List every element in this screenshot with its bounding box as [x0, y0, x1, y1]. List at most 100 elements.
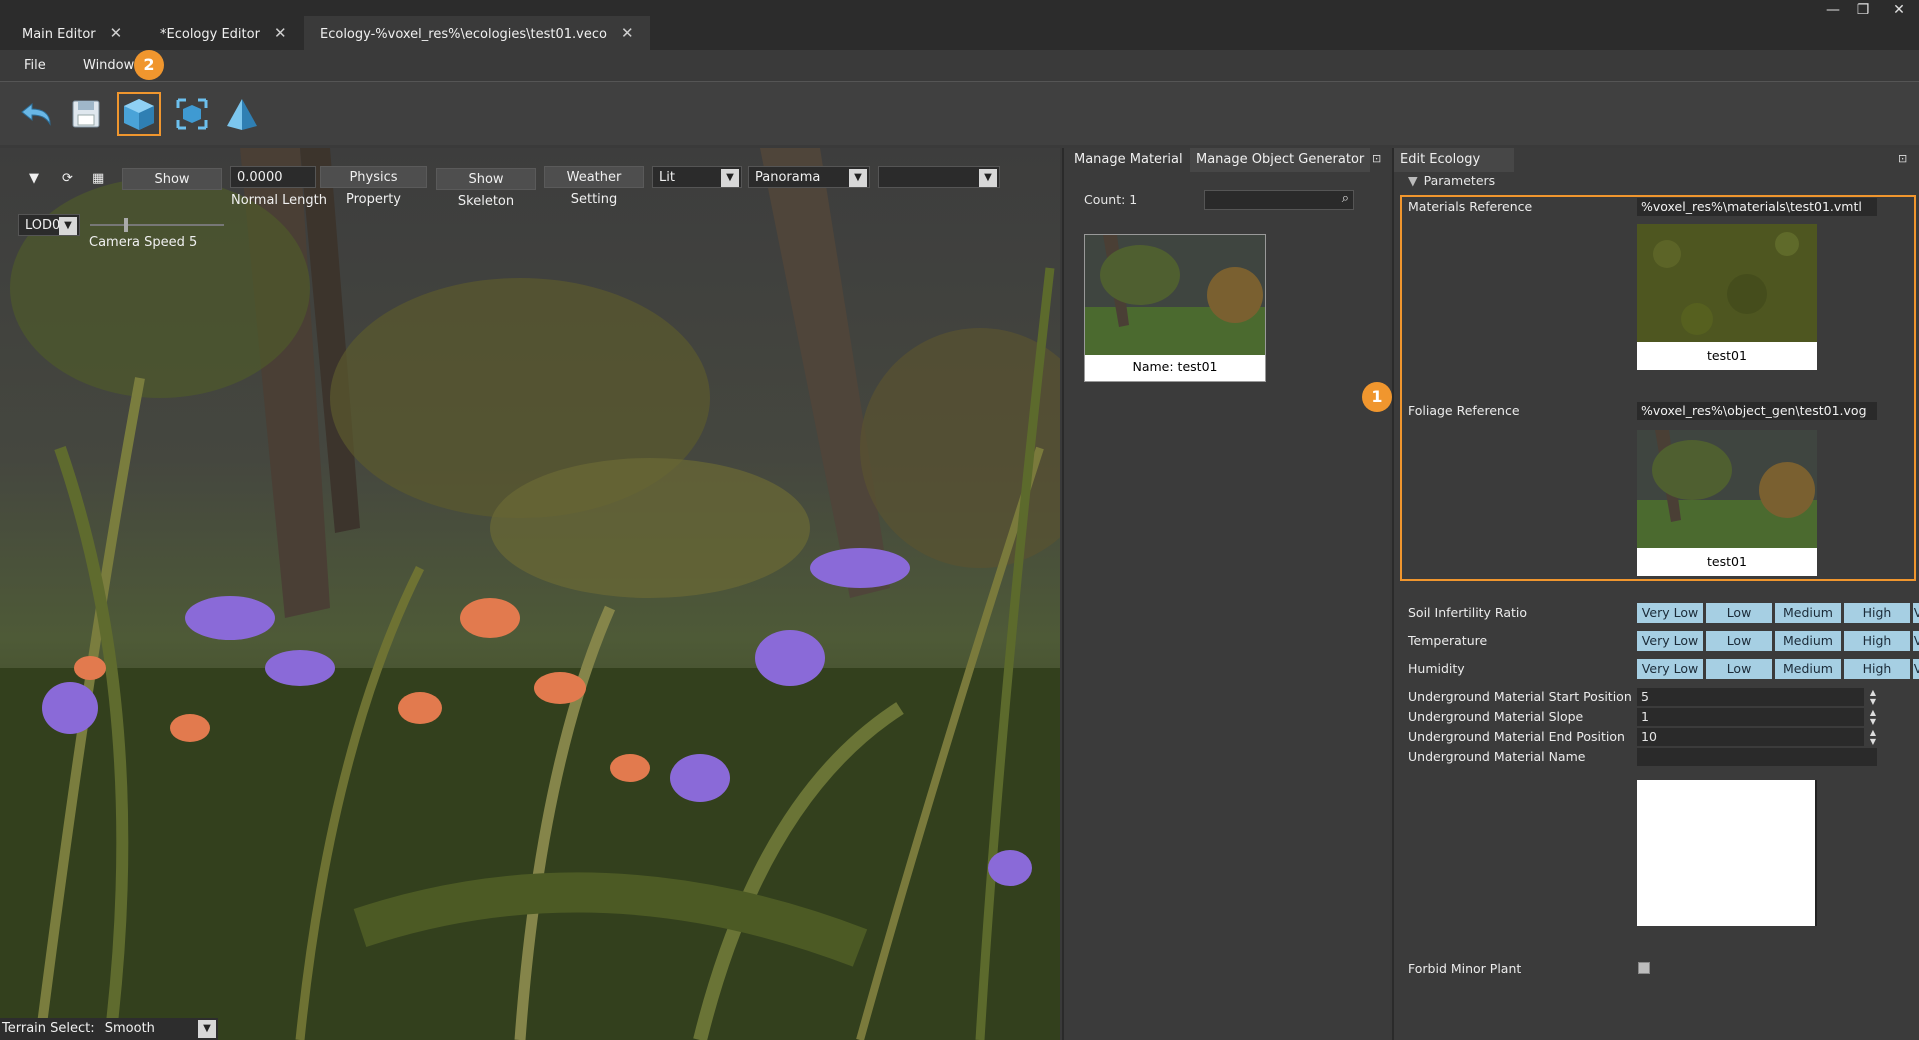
chevron-down-icon: ▼ — [59, 217, 77, 235]
slope-input[interactable]: 1 — [1637, 708, 1864, 726]
level-medium[interactable]: Medium — [1775, 659, 1841, 679]
cube-button[interactable] — [117, 92, 161, 136]
toolbar — [0, 81, 1919, 145]
underground-material-name-field[interactable] — [1637, 748, 1877, 766]
level-very-high[interactable]: V — [1913, 631, 1919, 651]
physics-property-button[interactable]: Physics Property — [320, 166, 427, 207]
soil-infertility-levels: Very Low Low Medium High V — [1637, 603, 1919, 623]
materials-thumbnail-caption: test01 — [1707, 348, 1747, 363]
level-very-low[interactable]: Very Low — [1637, 659, 1703, 679]
level-very-high[interactable]: V — [1913, 659, 1919, 679]
close-window-button[interactable]: ✕ — [1884, 0, 1914, 22]
level-high[interactable]: High — [1844, 659, 1910, 679]
terrain-select-value: Smooth — [104, 1021, 155, 1036]
foliage-thumbnail-card[interactable]: test01 — [1637, 430, 1817, 576]
humidity-levels: Very Low Low Medium High V — [1637, 659, 1919, 679]
humidity-label: Humidity — [1408, 661, 1465, 676]
materials-reference-field[interactable]: %voxel_res%\materials\test01.vmtl — [1637, 198, 1877, 216]
parameters-section-header[interactable]: ▼ Parameters — [1408, 173, 1495, 188]
level-medium[interactable]: Medium — [1775, 603, 1841, 623]
camera-speed-slider[interactable] — [90, 218, 224, 232]
tab-manage-object-generator[interactable]: Manage Object Generator — [1190, 148, 1371, 172]
chevron-down-icon: ▼ — [979, 169, 997, 187]
lighting-select[interactable]: Lit ▼ — [652, 166, 742, 188]
level-high[interactable]: High — [1844, 631, 1910, 651]
search-input[interactable]: ⌕ — [1204, 190, 1354, 210]
refresh-icon[interactable]: ⟳ — [62, 168, 78, 190]
scene-viewport[interactable]: ▼ ⟳ ▦ Show 0.0000 Normal Length Physics … — [0, 148, 1060, 1040]
menu-file[interactable]: File — [24, 58, 46, 73]
show-skeleton-button[interactable]: Show Skeleton — [436, 168, 536, 209]
end-position-stepper[interactable]: ▲ ▼ — [1866, 728, 1880, 746]
menu-bar: File Window 2 — [0, 50, 1919, 80]
close-icon[interactable]: ✕ — [621, 16, 634, 50]
normal-length-label: Normal Length — [231, 193, 328, 208]
tab-ecology-file[interactable]: Ecology-%voxel_res%\ecologies\test01.vec… — [304, 16, 650, 50]
material-item-card[interactable]: Name: test01 — [1084, 234, 1266, 382]
chevron-down-icon: ▼ — [198, 1020, 216, 1038]
lod-select[interactable]: LOD0 ▼ — [18, 214, 80, 236]
minimize-button[interactable]: — — [1818, 0, 1848, 22]
tab-edit-ecology[interactable]: Edit Ecology — [1394, 148, 1514, 172]
pyramid-button[interactable] — [220, 92, 264, 136]
underground-material-thumbnail[interactable] — [1637, 780, 1817, 926]
temperature-label: Temperature — [1408, 633, 1488, 648]
level-medium[interactable]: Medium — [1775, 631, 1841, 651]
close-icon[interactable]: ✕ — [274, 16, 287, 50]
count-label: Count: 1 — [1084, 192, 1138, 207]
slope-stepper[interactable]: ▲ ▼ — [1866, 708, 1880, 726]
level-low[interactable]: Low — [1706, 659, 1772, 679]
camera-speed-label: Camera Speed 5 — [89, 235, 198, 250]
scene-render — [0, 148, 1060, 1040]
callout-badge-2: 2 — [134, 50, 164, 80]
tab-label: Main Editor — [22, 27, 96, 42]
foliage-reference-field[interactable]: %voxel_res%\object_gen\test01.vog — [1637, 402, 1877, 420]
terrain-select-label: Terrain Select: — [2, 1021, 95, 1036]
tab-main-editor[interactable]: Main Editor ✕ — [6, 16, 138, 50]
slider-handle[interactable] — [124, 218, 128, 232]
slope-label: Underground Material Slope — [1408, 709, 1584, 724]
terrain-select[interactable]: Terrain Select: Smooth ▼ — [0, 1018, 218, 1040]
menu-window[interactable]: Window — [83, 58, 134, 73]
save-button[interactable] — [64, 92, 108, 136]
forbid-minor-plant-checkbox[interactable] — [1638, 962, 1650, 974]
close-icon[interactable]: ✕ — [110, 16, 123, 50]
material-panel: Manage Material Manage Object Generator … — [1062, 148, 1390, 1040]
frame-button[interactable] — [170, 92, 214, 136]
soil-infertility-label: Soil Infertility Ratio — [1408, 605, 1528, 620]
end-position-input[interactable]: 10 — [1637, 728, 1864, 746]
panorama-select[interactable]: Panorama ▼ — [748, 166, 870, 188]
weather-setting-button[interactable]: Weather Setting — [544, 166, 644, 207]
undo-button[interactable] — [14, 92, 58, 136]
lod-value: LOD0 — [25, 218, 61, 233]
tab-label: *Ecology Editor — [160, 27, 260, 42]
level-low[interactable]: Low — [1706, 603, 1772, 623]
materials-reference-label: Materials Reference — [1408, 199, 1533, 214]
level-very-low[interactable]: Very Low — [1637, 631, 1703, 651]
undo-icon — [21, 102, 51, 126]
view-dropdown-icon[interactable]: ▼ — [20, 168, 48, 190]
material-texture-image — [1637, 224, 1817, 342]
materials-thumbnail-card[interactable]: test01 — [1637, 224, 1817, 370]
pin-icon[interactable]: ⊡ — [1898, 152, 1907, 165]
show-button[interactable]: Show — [122, 168, 222, 190]
tab-manage-material[interactable]: Manage Material — [1068, 148, 1189, 172]
panorama-value: Panorama — [755, 170, 821, 185]
search-icon[interactable]: ⌕ — [1342, 191, 1349, 206]
save-icon — [72, 100, 100, 128]
section-title: Parameters — [1423, 173, 1496, 188]
pyramid-icon — [227, 99, 257, 130]
extra-select[interactable]: ▼ — [878, 166, 1000, 188]
level-low[interactable]: Low — [1706, 631, 1772, 651]
tab-ecology-editor[interactable]: *Ecology Editor ✕ — [144, 16, 303, 50]
level-very-high[interactable]: V — [1913, 603, 1919, 623]
start-position-input[interactable]: 5 — [1637, 688, 1864, 706]
normal-length-input[interactable]: 0.0000 — [230, 166, 316, 188]
level-very-low[interactable]: Very Low — [1637, 603, 1703, 623]
start-position-stepper[interactable]: ▲ ▼ — [1866, 688, 1880, 706]
grid-icon[interactable]: ▦ — [92, 168, 110, 190]
chevron-down-icon: ▼ — [1408, 173, 1418, 188]
pin-icon[interactable]: ⊡ — [1372, 152, 1381, 165]
level-high[interactable]: High — [1844, 603, 1910, 623]
restore-button[interactable]: ❐ — [1848, 0, 1878, 22]
